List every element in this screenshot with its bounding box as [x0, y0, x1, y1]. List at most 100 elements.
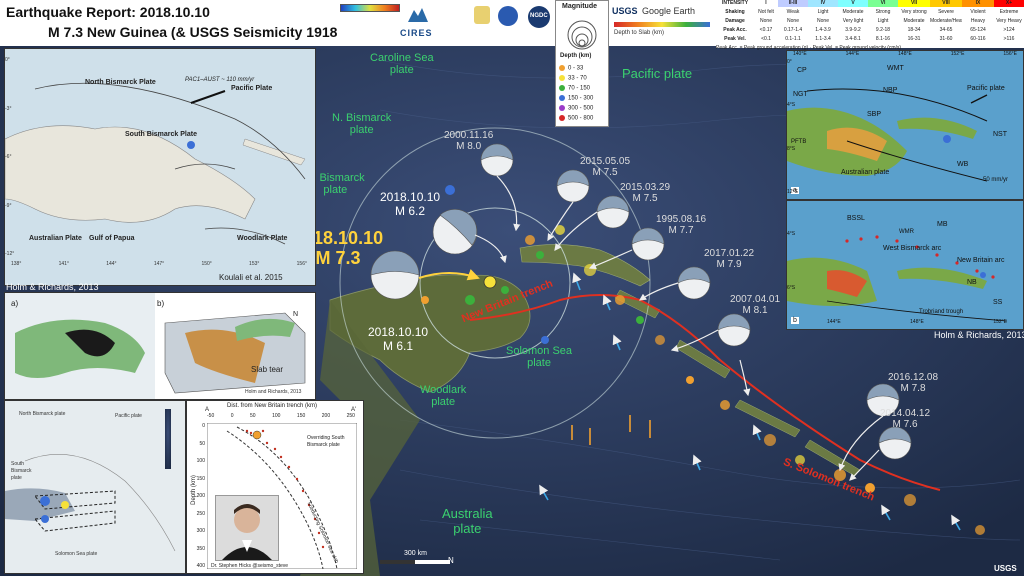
event-62-label: 2018.10.10 M 6.2: [380, 190, 441, 218]
tect-lat-bot-tick-1: 6°S: [787, 285, 796, 291]
inset-profile: Dist. from New Britain trench (km) A A' …: [186, 400, 364, 574]
tectonic-b-art: [787, 201, 1023, 329]
profile-y-tick-0: 0: [202, 423, 205, 429]
inset-tectonic-b: b BSSL MB WMR West Bismarck arc New Brit…: [786, 200, 1024, 330]
profile-x-tick-2: 50: [250, 413, 256, 419]
tect-lon-top-tick-2: 148°E: [898, 51, 912, 57]
bismarck-pacific-label: Pacific plate: [115, 413, 142, 419]
profile-y-tick-1: 50: [199, 440, 205, 447]
profile-title: Dist. from New Britain trench (km): [227, 403, 318, 409]
magnitude-circles: [567, 20, 597, 50]
tect-a-wmt: WMT: [887, 65, 904, 72]
koulali-lat-tick-0: 0°: [5, 57, 10, 63]
depth-swatch-0: [559, 65, 565, 71]
inset-bismarck-art: [5, 401, 185, 573]
tect-b-ss: SS: [993, 299, 1003, 306]
tect-lat-top-tick-3: 12°S: [787, 188, 798, 195]
intensity-cell-1-1: None: [787, 18, 799, 24]
profile-y-tick-7: 350: [196, 545, 205, 552]
tect-b-nb: NB: [967, 279, 977, 286]
koulali-lon-tick-2: 144°: [106, 261, 117, 267]
legend-depth-title: Depth (km): [560, 53, 592, 59]
intensity-cell-0-5: Very strong: [901, 9, 927, 15]
intensity-cell-0-2: Light: [817, 9, 829, 15]
tect-b-west-arc: West Bismarck arc: [883, 245, 942, 252]
tect-a-wb: WB: [957, 161, 969, 168]
intensity-header-4: V: [838, 0, 868, 7]
intensity-cell-1-4: Light: [877, 18, 889, 24]
holm-label-b: b): [157, 299, 165, 308]
inset-koulali: Pacific Plate PAC1–AUST ~ 110 mm/yr Nort…: [4, 48, 316, 286]
intensity-cell-0-6: Severe: [938, 9, 954, 15]
koulali-lat-tick-2: -6°: [5, 154, 12, 160]
event-1995-label: 1995.08.16 M 7.7: [656, 214, 707, 236]
holm-bottom-caption: Holm and Richards, 2013: [245, 389, 302, 395]
intensity-cell-3-3: 3.4-8.1: [845, 36, 861, 42]
tect-a-australian: Australian plate: [841, 169, 890, 176]
intensity-header-7: VIII: [930, 0, 962, 7]
koulali-lon-tick-5: 153°: [249, 261, 260, 267]
tect-b-bssl: BSSL: [847, 215, 865, 222]
tect-a-nbp: NBP: [883, 87, 898, 94]
intensity-cell-2-6: 34-65: [939, 27, 953, 33]
profile-y-tick-5: 250: [196, 510, 205, 517]
intensity-cell-1-2: None: [817, 18, 829, 24]
profile-x-tick-6: 250: [346, 413, 355, 419]
koulali-woodlark: Woodlark Plate: [237, 235, 288, 242]
inset-holm-3d-art: [5, 293, 306, 399]
inset-tectonic-a: a CP WMT NBP NGT SBP Pacific plate NST A…: [786, 50, 1024, 200]
intensity-header-6: VII: [898, 0, 930, 7]
cires-logo-icon: [406, 4, 430, 24]
tect-a-cp: CP: [797, 67, 807, 74]
koulali-lat-tick-4: -12°: [5, 251, 15, 257]
tect-lon-top-tick-0: 140°E: [793, 51, 807, 57]
event-2014-label: 2014.04.12 M 7.6: [880, 408, 931, 430]
usgs-google-box: USGS Google Earth Depth to Slab (km): [608, 0, 716, 46]
depth-to-slab-label: Depth to Slab (km): [614, 30, 665, 36]
koulali-lon-tick-4: 150°: [201, 261, 212, 267]
intensity-row-label-2: Peak Acc.: [723, 27, 747, 33]
bismarck-south-label: South Bismarck plate: [11, 461, 32, 481]
koulali-pacific-label: Pacific Plate: [231, 85, 273, 92]
profile-x-tick-4: 150: [296, 413, 306, 419]
intensity-row-label-0: Shaking: [725, 9, 745, 15]
tect-b-wmr: WMR: [899, 229, 914, 235]
tect-lat-top-tick-2: 8°S: [787, 145, 796, 152]
event-2017-label: 2017.01.22 M 7.9: [704, 248, 755, 270]
intensity-cell-1-8: Very Heavy: [996, 18, 1022, 24]
intensity-row-label-1: Damage: [725, 18, 745, 24]
intensity-header-8: IX: [962, 0, 994, 7]
intensity-cell-0-3: Moderate: [842, 9, 864, 15]
tect-a-sbp: SBP: [867, 111, 882, 118]
profile-x-tick-0: -50: [207, 413, 215, 419]
intensity-cell-3-7: 60-116: [970, 36, 986, 42]
depth-swatch-5: [559, 115, 565, 121]
legend-magnitude-title: Magnitude: [562, 3, 597, 10]
intensity-cell-3-8: >116: [1003, 36, 1015, 42]
koulali-north-bismarck: North Bismarck Plate: [85, 79, 156, 86]
noaa-logo-icon: [498, 6, 518, 26]
koulali-lon-ticks: 138° 141° 144° 147° 150° 153° 156°: [11, 261, 307, 267]
solomon-sea-label: Solomon Sea plate: [506, 345, 573, 369]
australia-plate-label: Australia plate: [442, 506, 493, 536]
magnitude-legend: Magnitude Depth (km) 0 - 33 33 - 70 70 -…: [555, 0, 609, 127]
tect-lon-bot-tick-2: 152°E: [993, 319, 1007, 325]
tect-lon-top-tick-4: 156°E: [1003, 51, 1017, 57]
koulali-caption: Koulali et al. 2015: [219, 273, 283, 282]
tect-lat-top-tick-0: 0°: [787, 59, 792, 65]
event-2007-label: 2007.04.01 M 8.1: [730, 294, 781, 316]
profile-y-tick-8: 400: [196, 563, 205, 569]
koulali-lon-tick-6: 156°: [296, 261, 307, 267]
koulali-lon-tick-1: 141°: [58, 261, 69, 267]
tect-a-pacific: Pacific plate: [967, 85, 1005, 92]
intensity-cell-2-2: 1.4-3.9: [815, 27, 831, 33]
intensity-cell-1-3: Very light: [842, 18, 864, 24]
ngdc-logo-label: NGDC: [530, 13, 548, 19]
koulali-south-bismarck: South Bismarck Plate: [125, 131, 197, 138]
depth-swatch-4: [559, 105, 565, 111]
intensity-cell-3-0: <0.1: [761, 36, 771, 42]
caroline-sea-label: Caroline Sea plate: [370, 52, 434, 76]
usgs-mini-label: USGS: [612, 6, 638, 16]
intensity-cell-1-7: Heavy: [970, 18, 986, 24]
bismarck-north-label: North Bismarck plate: [19, 411, 66, 417]
